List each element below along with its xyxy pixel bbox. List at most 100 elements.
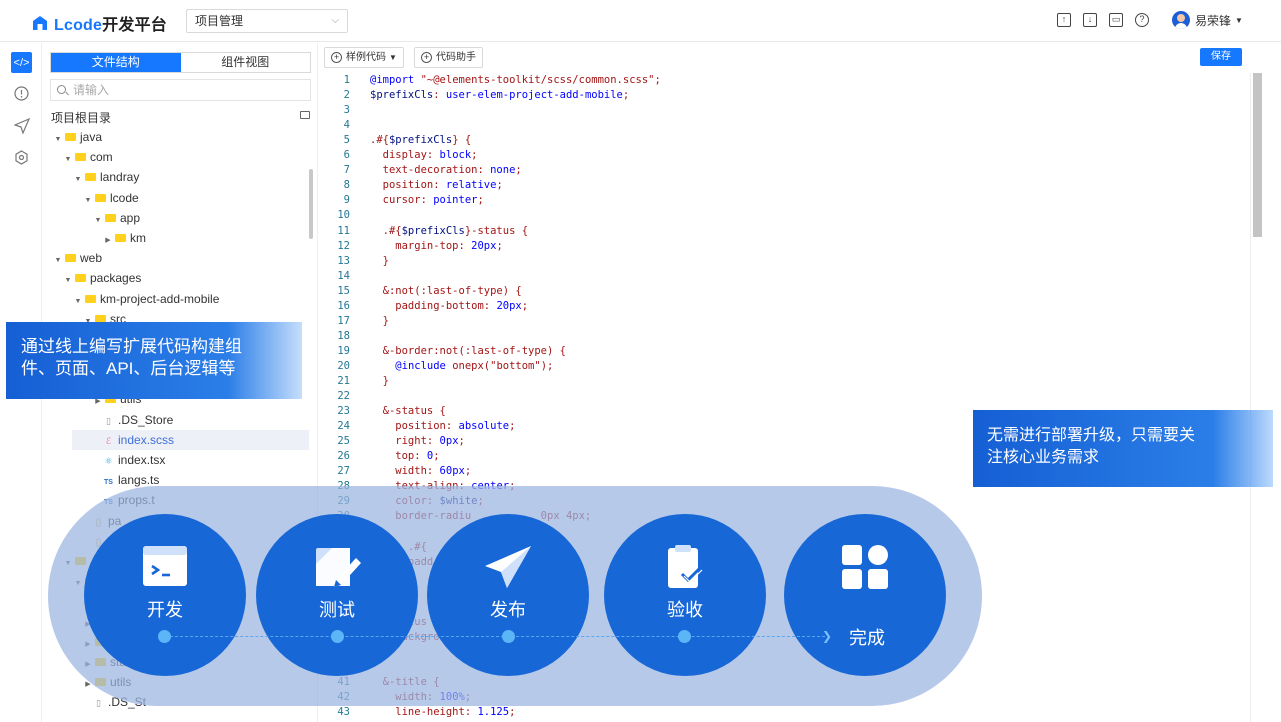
callout-line: 通过线上编写扩展代码构建组 (21, 337, 242, 356)
tree-node[interactable]: ▼ landray (43, 167, 311, 187)
tree-node[interactable]: ▼ km-project-add-mobile (43, 289, 311, 309)
tree-node[interactable]: ▼ lcode (43, 188, 311, 208)
flow-dot (331, 630, 344, 643)
step-test: 测试 (256, 514, 418, 676)
line-number: 4 (343, 119, 350, 132)
plus-icon: + (331, 52, 342, 63)
user-menu[interactable]: 易荣锋 ▼ (1172, 11, 1243, 29)
code-line: } (370, 375, 389, 387)
tree-node-label: index.scss (118, 432, 175, 447)
hexagon-icon[interactable] (11, 147, 32, 168)
react-icon: ⚛ (104, 456, 113, 466)
line-number: 26 (337, 450, 350, 463)
flow-dot (502, 630, 515, 643)
line-number: 20 (337, 359, 350, 372)
code-line: width: 60px; (370, 465, 472, 478)
flow-line (165, 636, 825, 637)
app-root: Lcode开发平台 项目管理 ⌵ ↑ ↓ ▭ ? 易荣锋 ▼ </> 文件结构 (0, 0, 1281, 722)
home-logo-icon (33, 16, 47, 30)
code-line: right: 0px; (370, 435, 465, 448)
flow-dot (678, 630, 691, 643)
left-callout: 通过线上编写扩展代码构建组 件、页面、API、后台逻辑等 (6, 322, 302, 399)
step-label: 开发 (147, 600, 183, 620)
line-number: 7 (343, 164, 350, 177)
step-label: 发布 (490, 600, 526, 620)
tree-node[interactable]: ▼ com (43, 147, 311, 167)
code-assistant-button[interactable]: + 代码助手 (414, 47, 483, 68)
code-icon[interactable]: </> (11, 52, 32, 73)
line-number: 12 (337, 239, 350, 252)
pen-edit-icon (316, 548, 361, 587)
line-number: 23 (337, 405, 350, 418)
editor-scrollbar[interactable] (1253, 73, 1262, 237)
code-line: position: absolute; (370, 420, 516, 433)
explorer-scrollbar[interactable] (309, 169, 313, 239)
code-line: @include onepx("bottom"); (395, 359, 554, 372)
step-accept: 验收 (604, 514, 766, 676)
folder-icon (95, 193, 106, 202)
tab-file-structure[interactable]: 文件结构 (51, 53, 181, 72)
tree-node[interactable]: ▼ java (43, 127, 311, 147)
tree-node-label: index.tsx (118, 453, 166, 467)
right-callout-text: 无需进行部署升级，只需要关 注核心业务需求 (987, 425, 1273, 469)
tree-node[interactable]: ▼ packages (43, 268, 311, 288)
tree-node[interactable]: ▼ app (43, 208, 311, 228)
step-complete (784, 514, 946, 676)
folder-icon (115, 233, 126, 242)
tree-node[interactable]: ▼ web (43, 248, 311, 268)
tree-node-label: web (80, 251, 103, 266)
line-number: 18 (337, 329, 350, 342)
tree-node-label: km (130, 230, 146, 245)
project-select[interactable]: 项目管理 ⌵ (186, 9, 348, 33)
line-number: 24 (337, 420, 350, 433)
search-placeholder: 请输入 (73, 83, 110, 97)
tree-node-label: lcode (110, 190, 139, 205)
editor-scroll-track (1250, 73, 1251, 722)
line-number: 16 (337, 299, 350, 312)
code-line: .#{$prefixCls}-status { (370, 224, 529, 237)
tree-node[interactable]: ⚛ index.tsx (43, 450, 311, 470)
search-input[interactable]: 请输入 (50, 79, 311, 101)
code-line: &-border:not(:last-of-type) { (370, 344, 566, 357)
folder-icon (105, 213, 116, 222)
callout-line: 件、页面、API、后台逻辑等 (21, 359, 236, 378)
code-line: &:not(:last-of-type) { (370, 284, 522, 297)
upload-icon[interactable]: ↑ (1057, 13, 1071, 27)
save-button[interactable]: 保存 (1200, 48, 1242, 66)
line-number: 10 (337, 209, 350, 222)
line-number: 17 (337, 314, 350, 327)
code-line: text-decoration: none; (370, 164, 522, 177)
line-number: 19 (337, 344, 350, 357)
arrow-right-icon: ❯ (822, 629, 833, 643)
code-line: margin-top: 20px; (370, 239, 503, 252)
info-icon[interactable] (11, 83, 32, 104)
line-number: 43 (337, 706, 350, 719)
new-folder-icon[interactable] (300, 111, 310, 119)
clipboard-check-icon (668, 545, 703, 588)
preview-icon[interactable]: ▭ (1109, 13, 1123, 27)
folder-icon (85, 173, 96, 182)
line-number: 1 (343, 74, 350, 86)
code-line: @import "~@elements-toolkit/scss/common.… (370, 74, 661, 86)
step-label: 验收 (667, 600, 703, 620)
tree-node[interactable]: ▯ .DS_Store (43, 410, 311, 430)
code-line: $prefixCls: user-elem-project-add-mobile… (370, 89, 630, 102)
code-line: top: 0; (370, 450, 440, 463)
right-callout: 无需进行部署升级，只需要关 注核心业务需求 (973, 410, 1273, 487)
sample-code-button[interactable]: + 样例代码 ▼ (324, 47, 404, 68)
tree-node[interactable]: ℰindex.scss (72, 429, 309, 450)
done-label: 完成 (849, 628, 885, 648)
line-number: 6 (343, 149, 350, 162)
logo[interactable]: Lcode开发平台 (32, 11, 167, 35)
download-icon[interactable]: ↓ (1083, 13, 1097, 27)
flow-dot (158, 630, 171, 643)
send-icon[interactable] (11, 115, 32, 136)
line-number: 22 (337, 390, 350, 403)
tree-node-label: landray (100, 170, 140, 185)
apps-grid-icon (842, 545, 888, 589)
tab-component-view[interactable]: 组件视图 (181, 53, 311, 72)
tree-node[interactable]: ▶ km (43, 228, 311, 248)
terminal-icon (143, 546, 187, 586)
folder-icon (85, 294, 96, 303)
help-icon[interactable]: ? (1135, 13, 1149, 27)
